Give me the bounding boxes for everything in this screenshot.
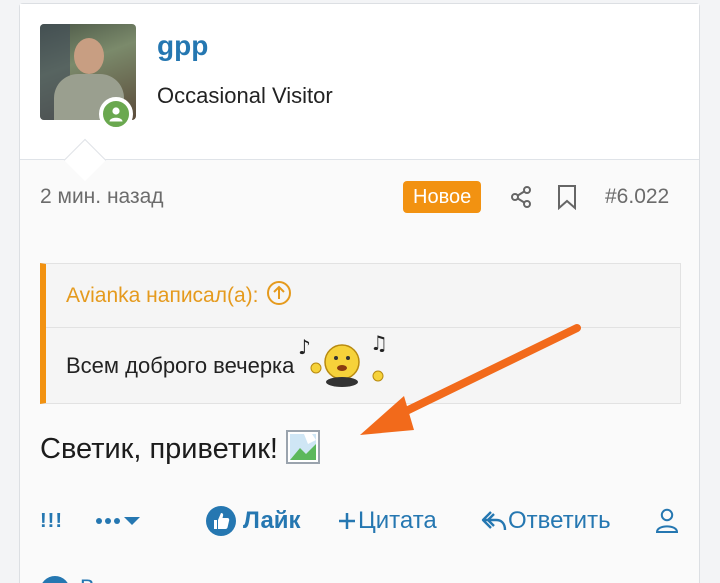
quote-body: Всем доброго вечерка ♪ ♫ [66,332,390,394]
reply-label: Ответить [508,507,611,534]
quote-label: Цитата [358,507,437,534]
user-title: Occasional Visitor [157,83,333,108]
plus-icon [339,513,355,529]
thumbs-up-icon [206,506,236,536]
user-icon [655,508,679,533]
ellipsis-icon [96,517,140,525]
quote-text: Всем доброго вечерка [66,353,295,378]
post-user-block: gpp Occasional Visitor [20,4,699,182]
online-status-icon [99,97,133,131]
post-text: Светик, приветик! [40,432,278,465]
svg-text:♫: ♫ [370,332,388,355]
post-time[interactable]: 2 мин. назад [40,185,164,209]
post-body: Светик, приветик! [40,430,320,466]
bookmark-icon[interactable] [556,184,578,215]
reply-icon [481,511,507,531]
quote-author[interactable]: Avianka написал(а): [66,284,258,308]
next-post-avatar[interactable] [40,576,70,583]
new-badge: Новое [403,181,482,213]
post-actions: !!! Лайк Цитата Ответить [40,501,681,541]
quote-header[interactable]: Avianka написал(а): [46,264,680,328]
singing-smiley-icon: ♪ ♫ [298,332,388,387]
arrow-up-circle-icon[interactable] [266,280,292,312]
more-options-button[interactable] [94,501,144,541]
user-block-arrow [63,138,107,182]
quote-block: Avianka написал(а): Всем доброго вечерка… [40,263,681,404]
broken-image-icon [285,430,320,464]
report-button[interactable]: !!! [40,501,63,541]
user-menu-button[interactable] [655,501,679,541]
reply-button[interactable]: Ответить [480,501,611,541]
svg-text:♪: ♪ [298,335,311,359]
like-label: Лайк [243,507,301,534]
share-icon[interactable] [509,185,533,214]
post-card: gpp Occasional Visitor 2 мин. назад Ново… [19,3,700,583]
like-button[interactable]: Лайк [206,501,301,541]
post-number-link[interactable]: #6.022 [605,185,669,209]
quote-button[interactable]: Цитата [336,501,437,541]
username-link[interactable]: gpp [157,30,208,62]
next-post-text: В [80,575,95,583]
